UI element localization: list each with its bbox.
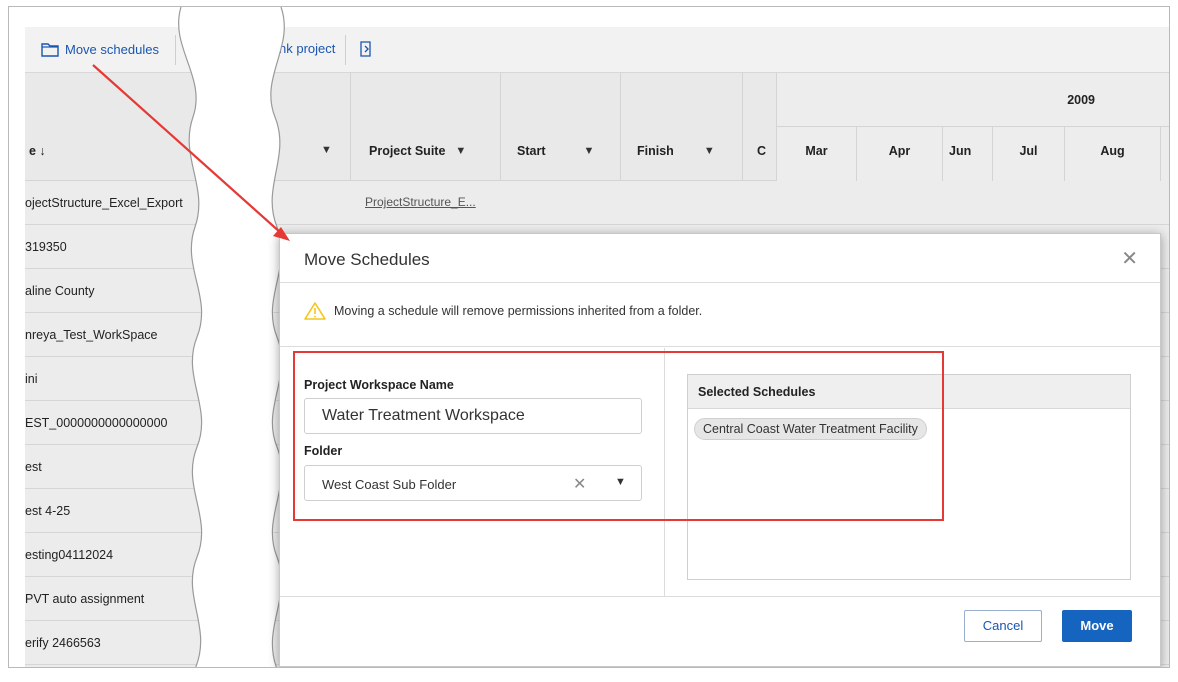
filter-icon[interactable]: ▼ (583, 145, 594, 157)
divider (280, 596, 1160, 597)
schedule-name: EST_0000000000000000 (25, 416, 168, 430)
workspace-name-label: Project Workspace Name (304, 378, 454, 392)
schedule-name: est (25, 460, 42, 474)
divider (280, 346, 1160, 347)
selected-schedules-pane: Selected Schedules Central Coast Water T… (664, 348, 1162, 596)
schedule-name: est 4-25 (25, 504, 71, 518)
move-schedules-button[interactable]: Move schedules (41, 41, 159, 57)
filter-icon[interactable]: ▼ (455, 145, 466, 157)
month-header: Jul (993, 127, 1065, 181)
project-suite-link[interactable]: ProjectStructure_E... (365, 195, 476, 209)
schedule-name: 319350 (25, 240, 67, 254)
start-header-label: Start (517, 144, 546, 158)
screenshot-frame: Move schedules nk project e ↓ ▼ Project … (8, 6, 1170, 668)
link-project-label: nk project (279, 41, 336, 56)
finish-column-header[interactable]: Finish ▼ (621, 73, 743, 181)
project-suite-header-label: Project Suite (369, 144, 446, 158)
toolbar-divider (345, 35, 346, 65)
toolbar: Move schedules nk project (25, 27, 1169, 73)
clear-icon[interactable]: ✕ (573, 474, 586, 494)
table-row[interactable]: ojectStructure_Excel_Export ProjectStruct… (25, 181, 1169, 225)
warning-icon (304, 302, 326, 320)
schedule-name: ojectStructure_Excel_Export (25, 196, 183, 210)
selected-schedules-header: Selected Schedules (688, 375, 1130, 409)
folder-select[interactable]: West Coast Sub Folder ✕ ▼ (304, 465, 642, 501)
divider (280, 282, 1160, 283)
import-button[interactable] (357, 41, 375, 57)
month-header: Jun (943, 127, 993, 181)
export-button[interactable] (187, 41, 205, 57)
cancel-button[interactable]: Cancel (964, 610, 1042, 642)
filter-icon[interactable]: ▼ (704, 145, 715, 157)
c-header-label: C (757, 144, 767, 158)
c-column-header[interactable]: C (743, 73, 777, 181)
schedule-name: erify 2466563 (25, 636, 101, 650)
schedule-chip[interactable]: Central Coast Water Treatment Facility (694, 418, 927, 440)
close-icon[interactable]: ✕ (1121, 246, 1138, 271)
name-header-label: e ↓ (29, 144, 46, 158)
selected-schedules-list: Selected Schedules Central Coast Water T… (687, 374, 1131, 580)
name-column-header[interactable]: e ↓ ▼ (25, 73, 351, 181)
start-column-header[interactable]: Start ▼ (501, 73, 621, 181)
move-schedules-dialog: Move Schedules ✕ Moving a schedule will … (279, 233, 1161, 667)
link-project-button[interactable]: nk project (279, 41, 335, 56)
schedule-name: nreya_Test_WorkSpace (25, 328, 158, 342)
schedule-name: esting04112024 (25, 548, 114, 562)
warning-message: Moving a schedule will remove permission… (304, 302, 702, 320)
dropdown-arrow-icon[interactable]: ▼ (615, 476, 626, 488)
toolbar-divider (175, 35, 176, 65)
workspace-pane: Project Workspace Name Water Treatment W… (280, 348, 664, 596)
folder-select-value: West Coast Sub Folder (322, 477, 457, 492)
move-schedules-label: Move schedules (65, 41, 159, 57)
project-suite-column-header[interactable]: Project Suite ▼ (351, 73, 501, 181)
month-header: Aug (1065, 127, 1161, 181)
folder-label: Folder (304, 444, 343, 458)
filter-icon[interactable]: ▼ (321, 144, 332, 156)
dialog-title: Move Schedules (304, 250, 430, 269)
timeline-year-header: 2009 (777, 73, 1169, 127)
document-icon (189, 41, 201, 57)
schedule-name: aline County (25, 284, 95, 298)
year-label: 2009 (1067, 93, 1095, 107)
schedule-name: PVT auto assignment (25, 592, 145, 606)
month-header: Mar (777, 127, 857, 181)
warning-text: Moving a schedule will remove permission… (334, 304, 703, 318)
schedule-name: ini (25, 372, 38, 386)
file-import-icon (360, 41, 371, 57)
workspace-name-input[interactable]: Water Treatment Workspace (304, 398, 642, 434)
folder-icon (41, 43, 59, 57)
move-button[interactable]: Move (1062, 610, 1132, 642)
finish-header-label: Finish (637, 144, 674, 158)
month-header: Apr (857, 127, 943, 181)
